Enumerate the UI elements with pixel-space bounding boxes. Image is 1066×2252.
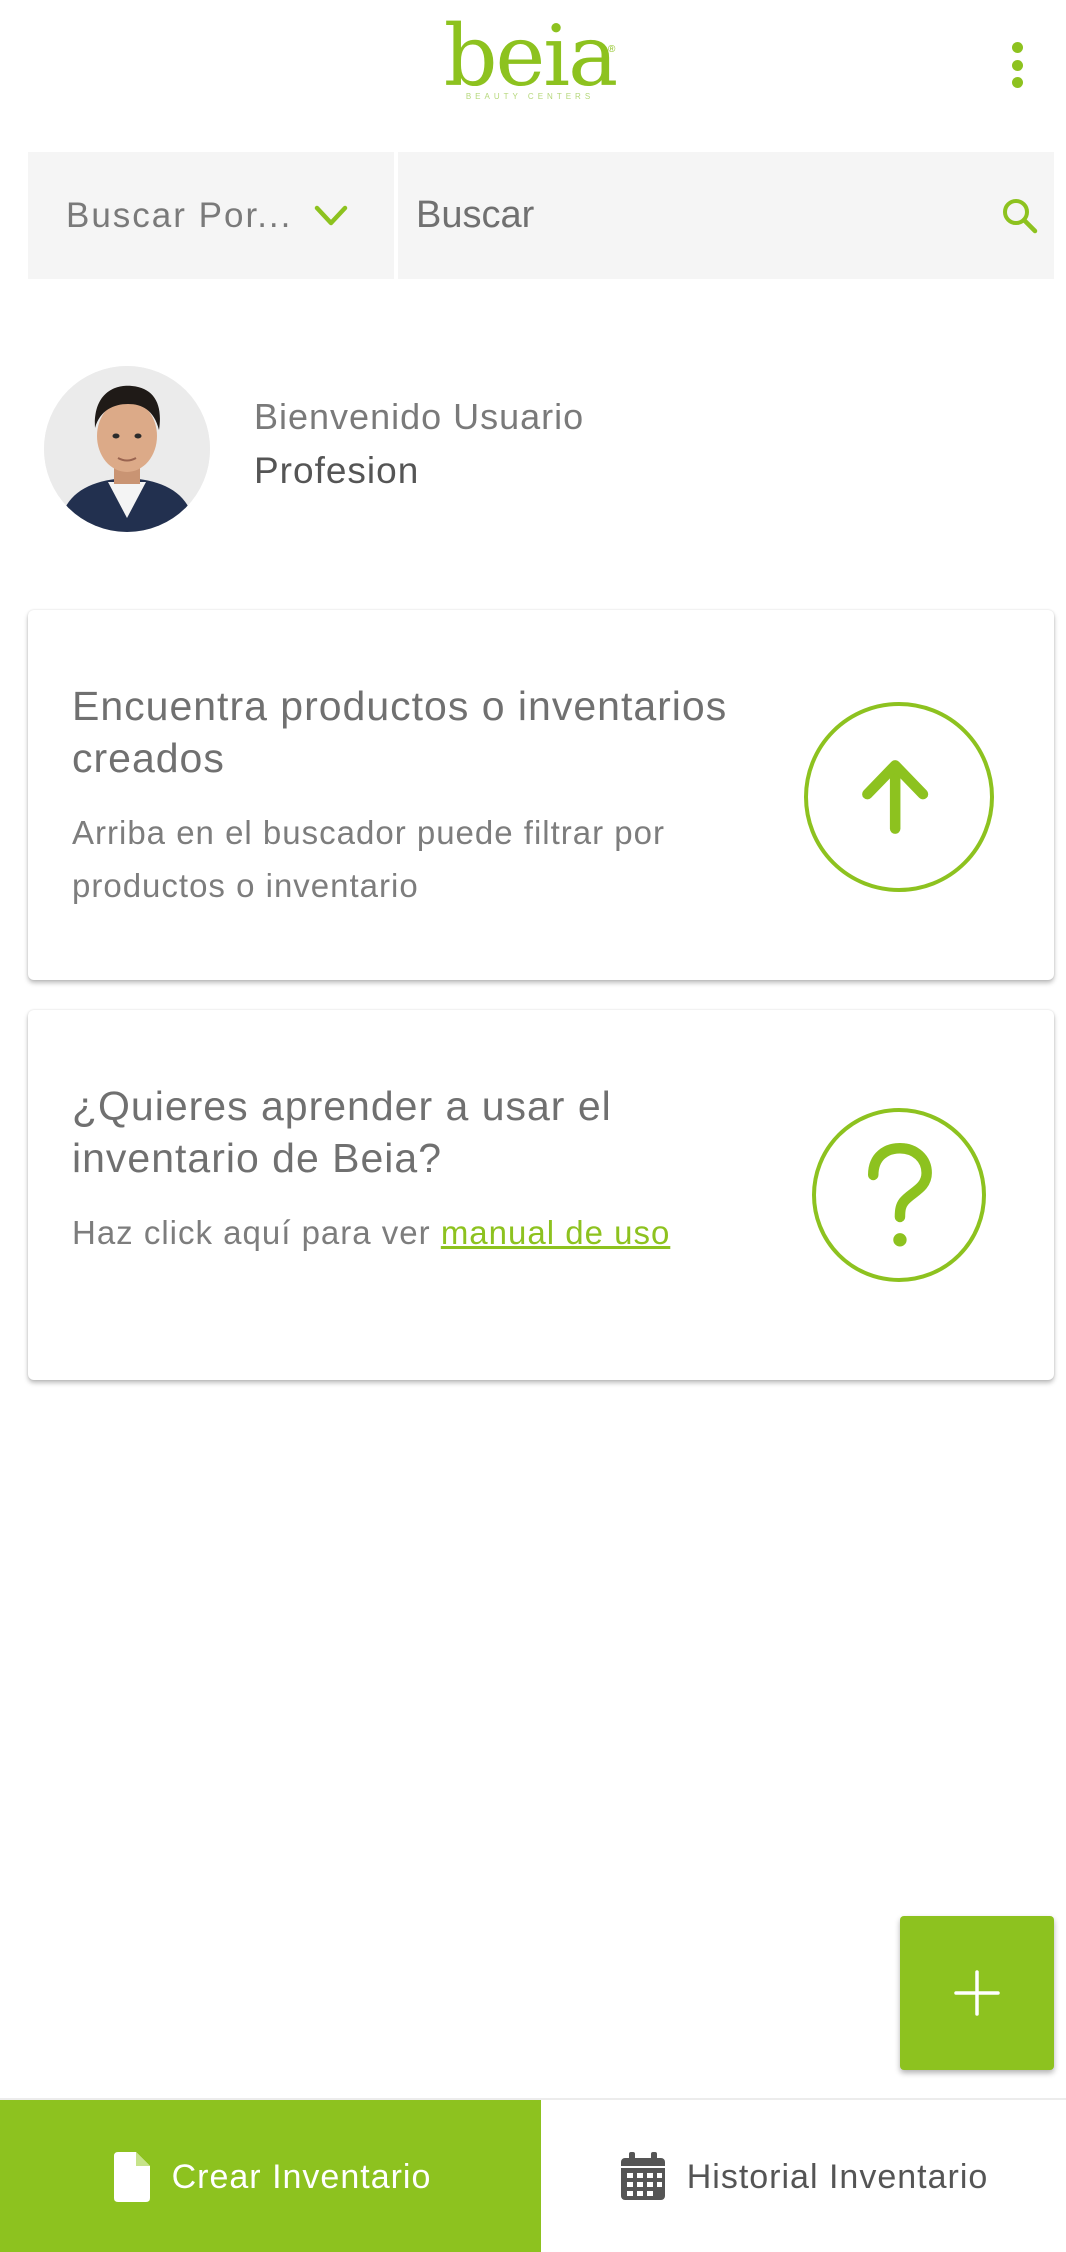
profession-text: Profesion (254, 450, 420, 491)
user-profile: Bienvenido Usuario Profesion (44, 366, 844, 534)
tab-historial-inventario[interactable]: Historial Inventario (541, 2100, 1066, 2252)
tab-crear-inventario[interactable]: Crear Inventario (0, 2100, 541, 2252)
tab-label: Crear Inventario (171, 2157, 432, 2196)
bottom-navigation: Crear Inventario Historial Inventario (0, 2098, 1066, 2252)
search-bar: Buscar Por... (28, 152, 1054, 279)
search-field (398, 152, 1054, 279)
more-vertical-icon[interactable] (995, 36, 1039, 94)
avatar (44, 366, 210, 532)
search-filter-label: Buscar Por... (66, 195, 293, 235)
search-icon[interactable] (1000, 196, 1040, 236)
card-title: Encuentra productos o inventarios creado… (72, 683, 728, 781)
card-text: Haz click aquí para ver manual de uso (72, 1206, 732, 1259)
question-circle-icon[interactable] (812, 1108, 986, 1282)
card-title: ¿Quieres aprender a usar el inventario d… (72, 1083, 612, 1181)
logo-wordmark: beia (443, 7, 618, 105)
tab-label: Historial Inventario (686, 2157, 989, 2196)
beia-logo: beia ® BEAUTY CENTERS (430, 14, 630, 114)
search-input[interactable] (416, 194, 976, 237)
add-button[interactable] (900, 1916, 1054, 2070)
file-icon (113, 2152, 150, 2202)
app-header: beia ® BEAUTY CENTERS (0, 0, 1066, 140)
chevron-down-icon (314, 205, 348, 226)
card-text-lead: Haz click aquí para ver (72, 1214, 441, 1251)
logo-registered-mark: ® (608, 44, 616, 55)
manual-link[interactable]: manual de uso (441, 1214, 670, 1251)
card-text: Arriba en el buscador puede filtrar por … (72, 814, 665, 904)
plus-icon (954, 1970, 1000, 2016)
welcome-text: Bienvenido Usuario (254, 396, 585, 437)
info-card-manual: ¿Quieres aprender a usar el inventario d… (28, 1010, 1054, 1380)
calendar-icon (620, 2152, 665, 2200)
info-card-search: Encuentra productos o inventarios creado… (28, 610, 1054, 980)
search-filter-dropdown[interactable]: Buscar Por... (28, 152, 394, 279)
arrow-up-circle-icon (804, 702, 994, 892)
